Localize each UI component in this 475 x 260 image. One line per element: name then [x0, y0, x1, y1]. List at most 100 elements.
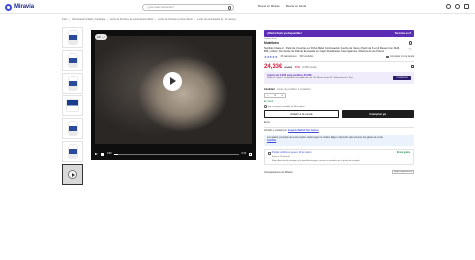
compare-label: Comparar con la tienda: [390, 55, 414, 58]
product-can-image: [68, 76, 77, 90]
breadcrumb-item[interactable]: Inicio: [62, 19, 67, 21]
subscription-label: Voy a comprar a medida en 3M acabará: [267, 105, 305, 108]
play-control-icon[interactable]: [95, 153, 98, 155]
sort-select-value: Según importancia: [394, 171, 411, 174]
quantity-title: Cantidad: [264, 88, 275, 92]
breadcrumb-item[interactable]: Alimentación Infantil y Lactancia: [72, 19, 105, 21]
logo-text: Miravia: [14, 4, 34, 10]
thumbnail[interactable]: [62, 95, 83, 117]
delivery-destination: Envío a: Península: [272, 155, 290, 158]
product-can-image: [68, 122, 77, 136]
quantity-label: Cantidad Límite de pedidos: 1 unidad/es: [264, 88, 414, 91]
decrement-button[interactable]: −: [267, 93, 269, 97]
wishlist-heart-icon[interactable]: ♡: [408, 47, 412, 52]
share-icon[interactable]: [408, 41, 412, 45]
subscription-option[interactable]: Voy a comprar a medida en 3M acabará: [264, 105, 414, 108]
breadcrumb-item[interactable]: Leche de fórmula en polvo infantil: [158, 19, 192, 21]
thumbnail[interactable]: [62, 140, 83, 162]
miravia-logo-icon: [5, 3, 12, 11]
official-store-tag: Tienda oficial: [264, 38, 277, 41]
breadcrumb-item[interactable]: Leche de fórmula y de continuación infan…: [110, 19, 154, 21]
brand-name[interactable]: Nutribén: [264, 41, 414, 45]
rating-row: ★★★★★ 39 valoraciones 603 vendidos Compa…: [264, 55, 414, 59]
star-rating: ★★★★★: [264, 54, 278, 59]
compare-checkbox[interactable]: Comparar con la tienda: [386, 55, 414, 59]
delivery-date: Podrás recibirlo el jueves, 20 de marzo: [271, 152, 312, 155]
review-count[interactable]: 39 valoraciones: [281, 56, 297, 58]
increment-button[interactable]: +: [281, 93, 283, 97]
unit-price: (2,88€/unidad): [301, 67, 317, 70]
delivery-note: Elige dirección de entrega en la pantall…: [272, 159, 360, 162]
play-button[interactable]: [163, 72, 182, 91]
user-icon[interactable]: [446, 4, 451, 9]
product-can-image: [68, 53, 77, 67]
discount-badge: -71%: [294, 66, 300, 70]
video-progress-bar[interactable]: [114, 153, 239, 155]
info-icon[interactable]: [410, 65, 414, 69]
thumbnail-video[interactable]: [62, 163, 83, 185]
search-placeholder: ¿Qué estás buscando?: [147, 6, 174, 10]
current-time: 0:00: [107, 153, 112, 155]
change-address-link[interactable]: Cambiar: [267, 140, 276, 142]
miravia-logo[interactable]: Miravia: [5, 3, 34, 11]
coupon-box: Cupón de 3,00€ para pedidos 25,00€ Utili…: [264, 72, 414, 85]
add-to-cart-button[interactable]: Añadir a la cesta: [264, 110, 339, 119]
sold-by-label: Vendido y enviado por:: [264, 129, 288, 132]
top-bar: Miravia ¿Qué estás buscando? Buscar en M…: [0, 0, 475, 14]
thumbnail[interactable]: [62, 118, 83, 140]
coupon-description: Utiliza el Cupón 1 en pedidos con pedido…: [267, 77, 353, 80]
checkbox-icon: [386, 55, 390, 59]
shipping-info-box: Los gastos y tiempos de envío pueden var…: [264, 134, 414, 147]
delivery-box: Podrás recibirlo el jueves, 20 de marzo …: [264, 149, 414, 165]
video-player[interactable]: 1/8 ⤢ 0:00 0:15: [91, 30, 256, 160]
fullscreen-icon[interactable]: [249, 152, 252, 156]
volume-icon[interactable]: [101, 152, 104, 156]
buy-now-button[interactable]: Comprar ya: [341, 110, 414, 119]
quantity-value: 1: [274, 93, 276, 98]
search-store-link[interactable]: Buscar en tienda: [286, 5, 306, 8]
quantity-limit: Límite de pedidos: 1 unidad/es: [276, 88, 311, 92]
radio-icon: [264, 105, 267, 108]
product-panel: ¡Oferta flash ya disponible! Termina en …: [264, 30, 414, 175]
thumbnail[interactable]: [62, 27, 83, 48]
search-miravia-link[interactable]: Buscar en Miravia: [258, 5, 280, 8]
media-counter: 1/8: [97, 35, 101, 39]
heart-icon[interactable]: [455, 4, 460, 9]
action-buttons: Añadir a la cesta Comprar ya: [264, 110, 414, 119]
gallery-thumbnails: [62, 27, 83, 187]
breadcrumb: Inicio › Alimentación Infantil y Lactanci…: [62, 19, 236, 21]
play-icon: [68, 169, 77, 179]
compare-footer-title: Comparaciones de Miravia: [264, 170, 293, 174]
product-title: Nutribén Natea 2 - Pack de 3 Leches en P…: [264, 46, 400, 53]
sold-by: Vendido y enviado por: Espacio Madrid Tr…: [264, 130, 414, 132]
cart-icon[interactable]: [464, 4, 469, 9]
header-icons: [446, 4, 469, 9]
product-can-image: [68, 144, 77, 158]
price-row: 24,33€ 32,59€ -71% (2,88€/unidad): [264, 64, 414, 70]
stock-status: En stock: [264, 99, 274, 103]
search-icon[interactable]: [227, 6, 231, 10]
sort-select[interactable]: Según importancia ▾: [392, 169, 414, 175]
video-controls: 0:00 0:15: [95, 151, 252, 157]
thumbnail[interactable]: [62, 49, 83, 71]
old-price: 32,59€: [284, 66, 293, 70]
sold-count: 603 vendidos: [299, 55, 314, 58]
product-can-image: [68, 31, 77, 44]
free-shipping-badge: Envío gratis: [396, 152, 410, 155]
offer-text: ¡Oferta flash ya disponible!: [267, 31, 302, 35]
get-coupon-button[interactable]: CONSEGUIR: [393, 75, 411, 81]
chevron-down-icon: ▾: [410, 171, 412, 174]
breadcrumb-item[interactable]: Leche de continuación (6 - 12 meses): [197, 19, 235, 21]
duration: 0:15: [241, 153, 246, 155]
expand-icon[interactable]: ⤢: [103, 36, 105, 39]
offer-countdown: Termina en 6: [394, 31, 411, 35]
media-counter-badge: 1/8 ⤢: [95, 34, 107, 40]
thumbnail[interactable]: [62, 72, 83, 94]
delivery-row: Podrás recibirlo el jueves, 20 de marzo …: [268, 152, 410, 155]
shipping-label: Envío: [264, 122, 270, 125]
compare-footer: Comparaciones de Miravia Según importanc…: [264, 169, 414, 175]
quantity-stepper[interactable]: − 1 +: [264, 92, 286, 98]
store-link[interactable]: Espacio Madrid Tres Cantos: [288, 130, 319, 132]
product-pack-image: [67, 100, 78, 112]
search-input[interactable]: ¿Qué estás buscando?: [142, 3, 234, 11]
